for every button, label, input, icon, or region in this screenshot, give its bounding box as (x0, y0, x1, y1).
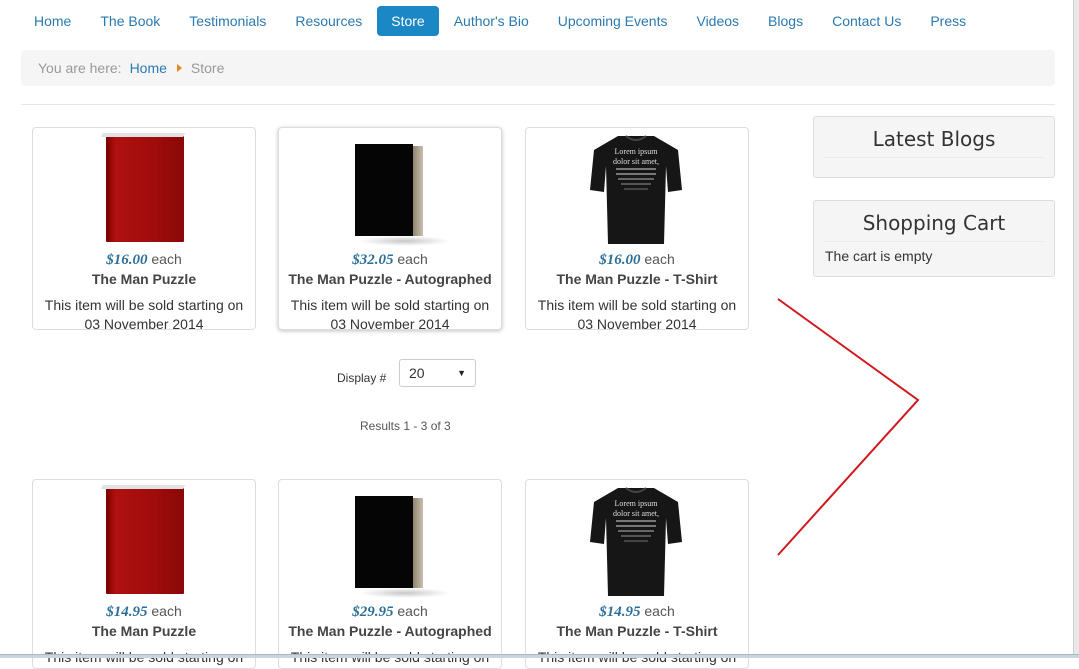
nav-videos[interactable]: Videos (682, 6, 753, 36)
product-availability: This item will be sold starting on 03 No… (537, 297, 737, 330)
svg-text:dolor sit amet,: dolor sit amet, (613, 157, 659, 166)
product-price: $14.95 each (106, 603, 182, 620)
product-image-tshirt[interactable]: Lorem ipsum dolor sit amet, (526, 130, 748, 248)
display-count-select[interactable]: 20 ▼ (399, 359, 476, 387)
latest-blogs-module: Latest Blogs (813, 116, 1055, 178)
red-book-icon (106, 488, 184, 594)
product-card[interactable]: $16.00 each The Man Puzzle This item wil… (32, 127, 256, 330)
product-image-black-book[interactable] (279, 482, 501, 600)
red-book-icon (106, 136, 184, 242)
annotation-arrow-icon (777, 298, 920, 556)
nav-resources[interactable]: Resources (281, 6, 376, 36)
breadcrumb: You are here: Home Store (21, 50, 1055, 86)
shopping-cart-module: Shopping Cart The cart is empty (813, 200, 1055, 277)
nav-contact-us[interactable]: Contact Us (818, 6, 915, 36)
product-price: $14.95 each (599, 603, 675, 620)
dropdown-arrow-icon: ▼ (457, 368, 466, 378)
results-counter: Results 1 - 3 of 3 (360, 419, 451, 433)
nav-store[interactable]: Store (377, 6, 439, 36)
product-card[interactable]: $14.95 each The Man Puzzle This item wil… (32, 479, 256, 669)
scrollbar-track[interactable] (1073, 0, 1079, 658)
product-card[interactable]: $29.95 each The Man Puzzle - Autographed… (278, 479, 502, 669)
product-name-link[interactable]: The Man Puzzle - T-Shirt (526, 271, 748, 288)
nav-authors-bio[interactable]: Author's Bio (440, 6, 543, 36)
tshirt-icon: Lorem ipsum dolor sit amet, (590, 487, 682, 596)
cart-status: The cart is empty (825, 248, 933, 264)
breadcrumb-current: Store (190, 60, 225, 76)
product-card[interactable]: $32.05 each The Man Puzzle - Autographed… (278, 127, 502, 330)
main-nav: Home The Book Testimonials Resources Sto… (20, 5, 981, 37)
nav-the-book[interactable]: The Book (86, 6, 174, 36)
display-label: Display # (337, 371, 387, 385)
product-name-link[interactable]: The Man Puzzle - T-Shirt (526, 623, 748, 640)
svg-text:dolor sit amet,: dolor sit amet, (613, 509, 659, 518)
product-image-red-book[interactable] (33, 482, 255, 600)
nav-upcoming-events[interactable]: Upcoming Events (544, 6, 682, 36)
product-availability: This item will be sold starting on 03 No… (290, 297, 490, 330)
product-name-link[interactable]: The Man Puzzle - Autographed (279, 623, 501, 640)
black-book-icon (355, 496, 423, 588)
svg-text:Lorem ipsum: Lorem ipsum (615, 499, 659, 508)
product-availability: This item will be sold starting on 03 No… (44, 297, 244, 330)
product-card[interactable]: Lorem ipsum dolor sit amet, $14.95 each … (525, 479, 749, 669)
product-price: $29.95 each (352, 603, 428, 620)
breadcrumb-home-link[interactable]: Home (130, 60, 167, 76)
book-shadow (359, 236, 451, 246)
nav-home[interactable]: Home (20, 6, 85, 36)
nav-press[interactable]: Press (916, 6, 980, 36)
black-book-icon (355, 144, 423, 236)
shopping-cart-title: Shopping Cart (824, 201, 1044, 242)
svg-text:Lorem ipsum: Lorem ipsum (615, 147, 659, 156)
product-name-link[interactable]: The Man Puzzle (33, 623, 255, 640)
latest-blogs-title: Latest Blogs (824, 117, 1044, 158)
product-name-link[interactable]: The Man Puzzle (33, 271, 255, 288)
nav-blogs[interactable]: Blogs (754, 6, 817, 36)
product-name-link[interactable]: The Man Puzzle - Autographed (279, 271, 501, 288)
product-price: $16.00 each (106, 251, 182, 268)
window-bottom-edge (0, 654, 1079, 658)
product-card[interactable]: Lorem ipsum dolor sit amet, $16.00 each … (525, 127, 749, 330)
tshirt-icon: Lorem ipsum dolor sit amet, (590, 135, 682, 244)
divider (21, 104, 1055, 105)
nav-testimonials[interactable]: Testimonials (175, 6, 280, 36)
breadcrumb-lead: You are here: (38, 60, 122, 76)
breadcrumb-separator-icon (176, 64, 182, 72)
book-shadow (359, 588, 451, 598)
product-image-red-book[interactable] (33, 130, 255, 248)
display-count-value: 20 (409, 365, 425, 381)
product-image-tshirt[interactable]: Lorem ipsum dolor sit amet, (526, 482, 748, 600)
product-image-black-book[interactable] (279, 130, 501, 248)
product-price: $16.00 each (599, 251, 675, 268)
product-price: $32.05 each (352, 251, 428, 268)
